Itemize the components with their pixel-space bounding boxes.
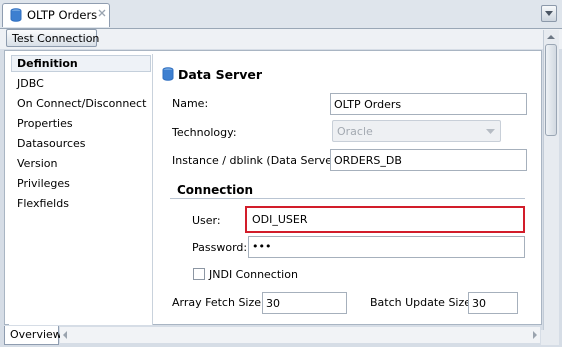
database-icon xyxy=(162,67,174,81)
password-label: Password: xyxy=(192,241,248,254)
batch-update-size-field[interactable]: 30 xyxy=(468,292,518,314)
name-field[interactable]: OLTP Orders xyxy=(330,93,527,115)
user-label: User: xyxy=(192,214,221,227)
instance-field[interactable]: ORDERS_DB xyxy=(330,149,527,171)
jndi-connection-checkbox[interactable] xyxy=(193,268,205,280)
connection-heading: Connection xyxy=(177,183,254,197)
chevron-down-icon xyxy=(486,129,495,134)
test-connection-button[interactable]: Test Connection xyxy=(6,29,99,47)
tab-label: OLTP Orders xyxy=(27,8,98,22)
nav-item-definition[interactable]: Definition xyxy=(17,57,78,70)
data-server-heading: Data Server xyxy=(178,67,263,82)
horizontal-scrollbar[interactable] xyxy=(60,327,540,343)
nav-item-flexfields[interactable]: Flexfields xyxy=(17,197,69,210)
password-field[interactable]: ••• xyxy=(248,236,525,258)
array-fetch-size-label: Array Fetch Size: xyxy=(172,296,265,309)
scrollbar-thumb[interactable] xyxy=(545,44,557,136)
technology-select: Oracle xyxy=(332,120,501,142)
scroll-left-icon[interactable] xyxy=(61,330,69,340)
tab-overview[interactable]: Overview xyxy=(4,326,62,345)
name-label: Name: xyxy=(172,97,209,110)
technology-value: Oracle xyxy=(337,125,373,138)
chevron-down-icon xyxy=(545,11,553,16)
connection-separator xyxy=(170,198,525,199)
scroll-up-icon[interactable] xyxy=(546,33,556,41)
jndi-connection-label: JNDI Connection xyxy=(209,268,298,281)
tab-oltp-orders[interactable]: OLTP Orders xyxy=(2,3,110,27)
array-fetch-size-field[interactable]: 30 xyxy=(262,292,347,314)
instance-label: Instance / dblink (Data Server): xyxy=(172,154,345,167)
scroll-right-icon[interactable] xyxy=(531,330,539,340)
nav-item-jdbc[interactable]: JDBC xyxy=(17,77,44,90)
tab-list-dropdown-button[interactable] xyxy=(541,5,557,22)
technology-label: Technology: xyxy=(172,126,237,139)
nav-item-on-connect-disconnect[interactable]: On Connect/Disconnect xyxy=(17,97,146,110)
database-icon xyxy=(10,8,22,22)
nav-item-properties[interactable]: Properties xyxy=(17,117,73,130)
nav-item-datasources[interactable]: Datasources xyxy=(17,137,86,150)
nav-item-version[interactable]: Version xyxy=(17,157,57,170)
nav-item-privileges[interactable]: Privileges xyxy=(17,177,70,190)
close-icon[interactable] xyxy=(98,9,106,17)
scroll-corner xyxy=(541,330,559,345)
batch-update-size-label: Batch Update Size: xyxy=(370,296,475,309)
user-field-highlight xyxy=(245,206,525,233)
